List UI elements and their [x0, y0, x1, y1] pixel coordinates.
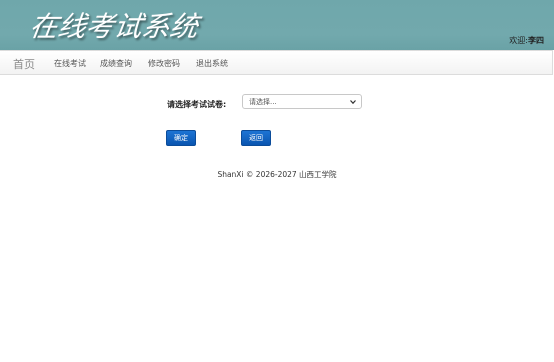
nav-item-change-password[interactable]: 修改密码 [148, 58, 180, 69]
back-button[interactable]: 返回 [241, 130, 271, 146]
app-title: 在线考试系统 [27, 10, 201, 43]
exam-select[interactable]: 请选择... [242, 94, 362, 109]
navbar: 首页 在线考试 成绩查询 修改密码 退出系统 [0, 50, 553, 75]
nav-item-logout[interactable]: 退出系统 [196, 58, 228, 69]
confirm-button[interactable]: 确定 [166, 130, 196, 146]
welcome-label: 欢迎: [509, 36, 528, 45]
exam-select-label: 请选择考试试卷: [167, 100, 227, 109]
nav-home-link[interactable]: 首页 [13, 56, 35, 72]
nav-item-online-exam[interactable]: 在线考试 [54, 58, 86, 69]
nav-item-score-query[interactable]: 成绩查询 [100, 58, 132, 69]
page: 在线考试系统 欢迎:李四 首页 在线考试 成绩查询 修改密码 退出系统 请选择考… [0, 0, 554, 362]
exam-select-value: 请选择... [249, 98, 277, 106]
welcome-text: 欢迎:李四 [509, 35, 544, 46]
footer-copyright: ShanXi © 2026-2027 山西工学院 [217, 170, 337, 179]
username: 李四 [528, 36, 544, 45]
header-banner: 在线考试系统 欢迎:李四 [0, 0, 554, 50]
chevron-down-icon [350, 100, 356, 105]
